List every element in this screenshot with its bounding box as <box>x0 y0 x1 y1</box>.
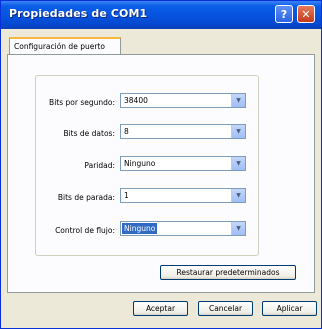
parity-select[interactable]: Ninguno ▼ <box>120 156 246 171</box>
tab-port-settings[interactable]: Configuración de puerto <box>9 37 121 55</box>
apply-button[interactable]: Aplicar <box>262 301 317 316</box>
flow-control-value: Ninguno <box>122 223 158 234</box>
title-bar[interactable]: Propiedades de COM1 ? ✕ <box>1 1 321 29</box>
data-bits-label: Bits de datos: <box>63 129 115 138</box>
close-button[interactable]: ✕ <box>297 5 315 23</box>
chevron-down-icon[interactable]: ▼ <box>231 222 245 235</box>
help-button[interactable]: ? <box>275 5 293 23</box>
chevron-down-icon[interactable]: ▼ <box>231 189 245 202</box>
baud-rate-label: Bits por segundo: <box>49 98 115 107</box>
dialog-window: Propiedades de COM1 ? ✕ Configuración de… <box>0 0 322 329</box>
stop-bits-label: Bits de parada: <box>57 193 115 202</box>
help-icon: ? <box>280 7 288 21</box>
stop-bits-value: 1 <box>124 191 129 200</box>
restore-defaults-button[interactable]: Restaurar predeterminados <box>160 265 296 280</box>
baud-rate-value: 38400 <box>124 96 148 105</box>
baud-rate-select[interactable]: 38400 ▼ <box>120 93 246 108</box>
data-bits-select[interactable]: 8 ▼ <box>120 124 246 139</box>
flow-control-label: Control de flujo: <box>55 226 115 235</box>
chevron-down-icon[interactable]: ▼ <box>231 125 245 138</box>
chevron-down-icon[interactable]: ▼ <box>231 157 245 170</box>
chevron-down-icon[interactable]: ▼ <box>231 94 245 107</box>
data-bits-value: 8 <box>124 127 129 136</box>
parity-value: Ninguno <box>124 159 156 168</box>
ok-button[interactable]: Aceptar <box>133 301 188 316</box>
cancel-button[interactable]: Cancelar <box>198 301 253 316</box>
window-title: Propiedades de COM1 <box>9 7 148 20</box>
stop-bits-select[interactable]: 1 ▼ <box>120 188 246 203</box>
parity-label: Paridad: <box>84 161 115 170</box>
close-icon: ✕ <box>301 7 311 21</box>
flow-control-select[interactable]: Ninguno ▼ <box>120 221 246 236</box>
